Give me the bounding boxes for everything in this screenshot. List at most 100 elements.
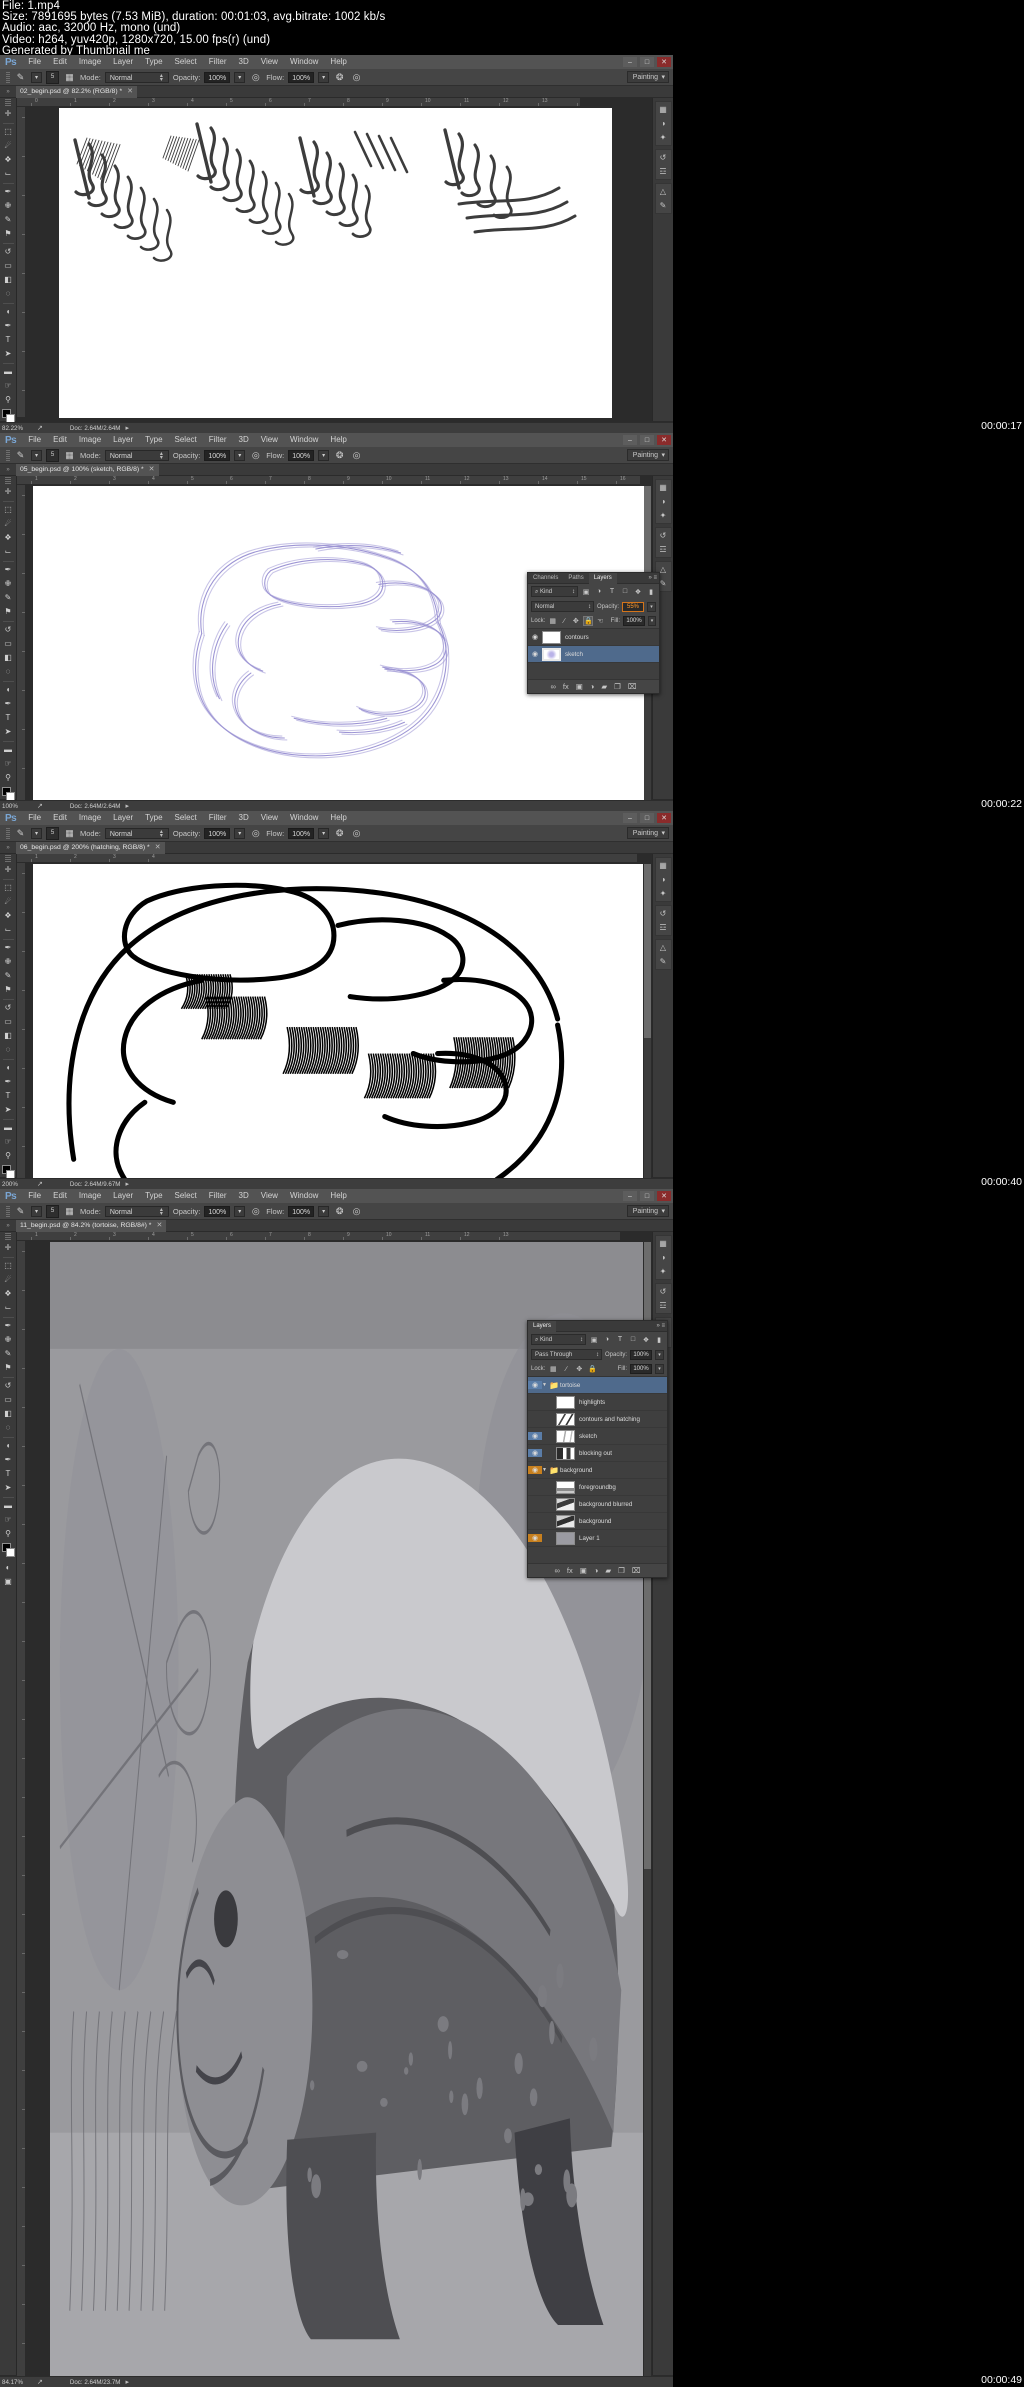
zoom-level[interactable]: 200% [2,1181,32,1188]
color-swatches[interactable] [0,1541,16,1561]
tool-eyedropper-tool[interactable]: ✒ [0,185,16,199]
layer-row[interactable]: ◉ sketch [528,646,659,663]
dock-styles-icon[interactable]: ✦ [657,510,670,521]
pixel-filter-icon[interactable]: ▣ [581,588,591,596]
lock-image-icon[interactable]: ∕ [560,618,569,625]
lock-position-icon[interactable]: ✥ [574,1365,584,1373]
share-icon[interactable]: ↗ [37,802,43,810]
panel-tab-layers[interactable]: Layers [528,1321,556,1332]
opacity-stepper[interactable]: ▾ [234,828,245,839]
layer-visibility-toggle[interactable]: ◉ [528,1432,542,1440]
menu-item-file[interactable]: File [22,1189,47,1203]
tool-crop-tool[interactable]: ⌙ [0,167,16,181]
layer-visibility-toggle[interactable]: ◉ [528,633,542,641]
maximize-button[interactable]: □ [640,813,654,823]
dock-layers-icon[interactable]: ☲ [657,166,670,177]
delete-layer-icon[interactable]: ⌧ [628,682,637,691]
panel-menu-icon[interactable]: ≡ [652,575,657,581]
flow-value[interactable]: 100% [288,1206,314,1217]
menu-item-layer[interactable]: Layer [107,1189,139,1203]
layer-row[interactable]: highlights [528,1394,667,1411]
airbrush-icon[interactable]: ❂ [333,827,346,840]
fill-stepper[interactable]: ▾ [655,1364,664,1374]
tool-clone-stamp-tool[interactable]: ⚑ [0,983,16,997]
tool-shape-tool[interactable]: ▬ [0,365,16,379]
tab-bar-grip[interactable]: » [0,1223,16,1229]
opacity-pressure-icon[interactable]: ◎ [249,827,262,840]
options-bar-grip[interactable] [6,72,10,83]
tool-eraser-tool[interactable]: ▭ [0,1393,16,1407]
layer-row[interactable]: background [528,1513,667,1530]
pressure-icon[interactable]: ◎ [350,1205,363,1218]
menu-item-image[interactable]: Image [73,55,107,69]
vertical-ruler[interactable] [17,1241,26,2381]
layer-filter-kind-select[interactable]: ⌕ Kind [531,1334,586,1345]
tool-shape-tool[interactable]: ▬ [0,1121,16,1135]
layer-mask-icon[interactable]: ▣ [580,1566,587,1575]
shape-filter-icon[interactable]: □ [628,1336,638,1343]
tool-pen-tool[interactable]: ✒ [0,1075,16,1089]
image-canvas[interactable] [33,864,643,1180]
blend-mode-select[interactable]: Normal [105,450,169,461]
close-button[interactable]: ✕ [657,813,671,823]
menu-item-window[interactable]: Window [284,811,324,825]
tool-clone-stamp-tool[interactable]: ⚑ [0,1361,16,1375]
dock-history-icon[interactable]: ↺ [657,1286,670,1297]
menu-item-type[interactable]: Type [139,1189,168,1203]
brush-panel-toggle-icon[interactable]: ▦ [63,827,76,840]
tool-clone-stamp-tool[interactable]: ⚑ [0,227,16,241]
layer-blend-mode-select[interactable]: Pass Through [531,1349,602,1360]
vertical-ruler[interactable] [17,863,26,1179]
tool-brush-tool[interactable]: ✎ [0,1347,16,1361]
tool-palette-grip[interactable] [5,99,11,106]
tool-move-tool[interactable]: ✛ [0,107,16,121]
tool-lasso-tool[interactable]: ☄ [0,1273,16,1287]
panel-tab-layers[interactable]: Layers [589,573,617,584]
status-arrow-icon[interactable]: ▸ [125,424,129,432]
opacity-stepper[interactable]: ▾ [234,1206,245,1217]
new-group-icon[interactable]: ▰ [605,1566,611,1575]
tool-brush-tool[interactable]: ✎ [0,213,16,227]
menu-item-image[interactable]: Image [73,433,107,447]
tool-dodge-tool[interactable]: ◖ [0,305,16,319]
share-icon[interactable]: ↗ [37,1180,43,1188]
type-filter-icon[interactable]: T [607,588,617,595]
vertical-ruler[interactable] [17,485,26,800]
airbrush-icon[interactable]: ❂ [333,71,346,84]
screen-mode-icon[interactable]: ▣ [0,1575,16,1589]
tool-move-tool[interactable]: ✛ [0,485,16,499]
tab-bar-grip[interactable]: » [0,89,16,95]
tool-blur-tool[interactable]: ◌ [0,1421,16,1435]
dock-color-panel-icon[interactable]: ▦ [657,104,670,115]
menu-item-type[interactable]: Type [139,55,168,69]
workspace-switcher[interactable]: Painting [627,1205,669,1217]
tool-lasso-tool[interactable]: ☄ [0,139,16,153]
group-expand-icon[interactable]: ▼ [542,1382,549,1388]
menu-item-help[interactable]: Help [324,433,352,447]
lock-all-icon[interactable]: 🔒 [583,616,593,626]
menu-item-type[interactable]: Type [139,433,168,447]
dock-layers-icon[interactable]: ☲ [657,922,670,933]
image-canvas[interactable] [59,108,612,418]
menu-item-window[interactable]: Window [284,433,324,447]
tool-palette-grip[interactable] [5,477,11,484]
tool-healing-brush-tool[interactable]: ✙ [0,577,16,591]
menu-item-type[interactable]: Type [139,811,168,825]
tool-gradient-tool[interactable]: ◧ [0,1029,16,1043]
menu-item-edit[interactable]: Edit [47,811,73,825]
fill-value[interactable]: 100% [623,616,645,626]
lock-all-icon[interactable]: 🔒 [587,1365,597,1373]
shape-filter-icon[interactable]: □ [620,588,630,595]
menu-item-image[interactable]: Image [73,811,107,825]
tool-eraser-tool[interactable]: ▭ [0,1015,16,1029]
menu-item-file[interactable]: File [22,811,47,825]
brush-panel-toggle-icon[interactable]: ▦ [63,449,76,462]
opacity-pressure-icon[interactable]: ◎ [249,71,262,84]
tool-type-tool[interactable]: T [0,711,16,725]
dock-adjustments-icon[interactable]: ◑ [657,118,670,129]
maximize-button[interactable]: □ [640,57,654,67]
menu-item-select[interactable]: Select [169,1189,203,1203]
flow-value[interactable]: 100% [288,828,314,839]
scrollbar-thumb[interactable] [644,864,651,1038]
dock-color-panel-icon[interactable]: ▦ [657,1238,670,1249]
